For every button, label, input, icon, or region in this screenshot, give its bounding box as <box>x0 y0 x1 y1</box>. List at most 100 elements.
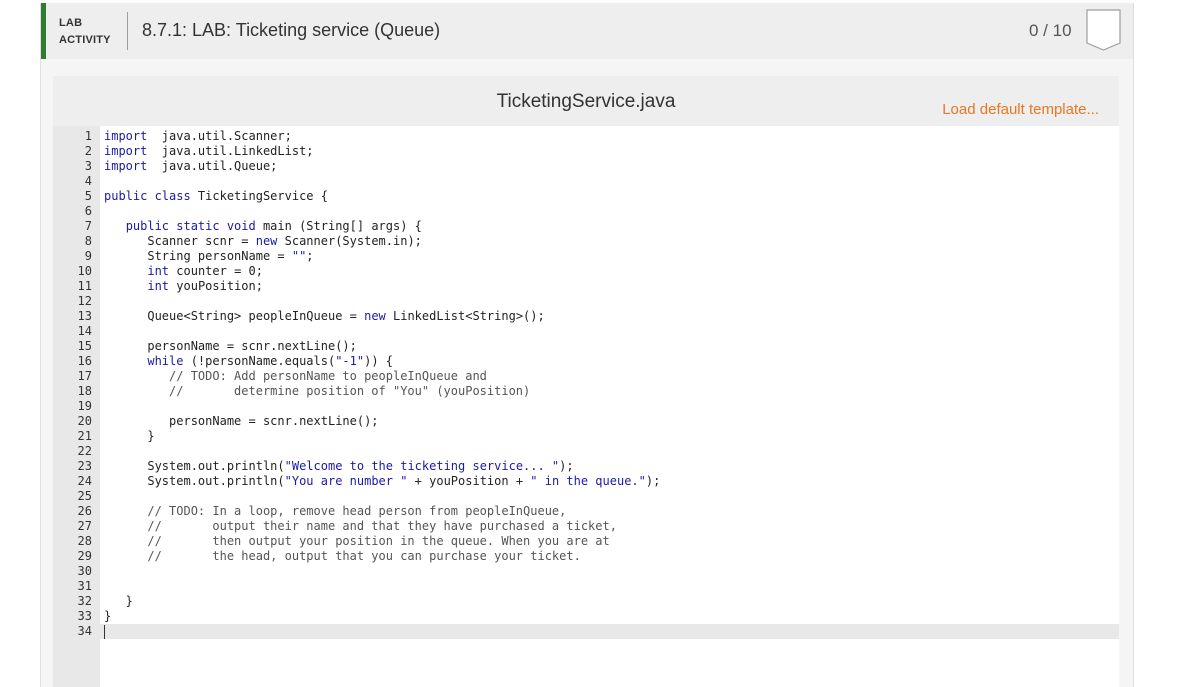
code-token: Scanner scnr = <box>104 234 256 248</box>
code-line[interactable]: 9 String personName = ""; <box>53 249 1119 264</box>
line-number: 10 <box>77 264 92 278</box>
code-token: ; <box>306 249 314 263</box>
code-line[interactable]: 4 <box>53 174 1119 189</box>
lab-tag-line2: ACTIVITY <box>59 34 111 46</box>
code-text: String personName = ""; <box>104 249 314 264</box>
code-token: } <box>104 594 133 608</box>
code-line[interactable]: 34 <box>53 624 1119 639</box>
code-line[interactable]: 31 <box>53 579 1119 594</box>
keyword-token: int <box>147 264 170 278</box>
line-number: 18 <box>77 384 92 398</box>
line-number: 6 <box>84 204 92 218</box>
line-number: 24 <box>77 474 92 488</box>
code-token: TicketingService { <box>190 189 328 203</box>
code-line[interactable]: 10 int counter = 0; <box>53 264 1119 279</box>
code-text: personName = scnr.nextLine(); <box>104 339 357 354</box>
code-text: // output their name and that they have … <box>104 519 617 534</box>
line-number: 21 <box>77 429 92 443</box>
code-line[interactable]: 27 // output their name and that they ha… <box>53 519 1119 534</box>
accent-bar <box>41 3 46 59</box>
comment-token: // TODO: In a loop, remove head person f… <box>104 504 567 518</box>
line-number: 17 <box>77 369 92 383</box>
code-line[interactable]: 20 personName = scnr.nextLine(); <box>53 414 1119 429</box>
code-line[interactable]: 25 <box>53 489 1119 504</box>
keyword-token: public static void <box>125 219 256 233</box>
line-number: 28 <box>77 534 92 548</box>
code-line[interactable]: 8 Scanner scnr = new Scanner(System.in); <box>53 234 1119 249</box>
code-token: youPosition; <box>169 279 263 293</box>
line-number: 8 <box>84 234 92 248</box>
line-number: 32 <box>77 594 92 608</box>
code-text: // then output your position in the queu… <box>104 534 609 549</box>
line-number: 31 <box>77 579 92 593</box>
editor-toolbar: TicketingService.java Load default templ… <box>53 76 1119 126</box>
code-line[interactable]: 24 System.out.println("You are number " … <box>53 474 1119 489</box>
code-text: int counter = 0; <box>104 264 263 279</box>
code-line[interactable]: 16 while (!personName.equals("-1")) { <box>53 354 1119 369</box>
code-line[interactable]: 32 } <box>53 594 1119 609</box>
code-text: // TODO: In a loop, remove head person f… <box>104 504 566 519</box>
code-area[interactable]: 1 import java.util.Scanner; 2 import java.u… <box>53 129 1119 639</box>
code-text: Queue<String> peopleInQueue = new Linked… <box>104 309 544 324</box>
keyword-token: new <box>364 309 386 323</box>
code-line[interactable]: 14 <box>53 324 1119 339</box>
code-token: String personName = <box>104 249 292 263</box>
code-token: Scanner(System.in); <box>277 234 422 248</box>
code-line[interactable]: 21 } <box>53 429 1119 444</box>
line-number: 11 <box>77 279 92 293</box>
string-token: "Welcome to the ticketing service... " <box>284 459 560 473</box>
line-number: 26 <box>77 504 92 518</box>
code-text: personName = scnr.nextLine(); <box>104 414 379 429</box>
code-text: } <box>104 429 154 444</box>
line-number: 19 <box>77 399 92 413</box>
line-number: 7 <box>84 219 92 233</box>
keyword-token: int <box>147 279 170 293</box>
code-token: ); <box>559 459 574 473</box>
code-line[interactable]: 30 <box>53 564 1119 579</box>
code-line[interactable]: 29 // the head, output that you can purc… <box>53 549 1119 564</box>
code-line[interactable]: 23 System.out.println("Welcome to the ti… <box>53 459 1119 474</box>
code-line[interactable]: 2 import java.util.LinkedList; <box>53 144 1119 159</box>
keyword-token: import <box>104 159 148 173</box>
load-default-template-link[interactable]: Load default template... <box>942 101 1099 118</box>
code-text: } <box>104 609 111 624</box>
line-number: 27 <box>77 519 92 533</box>
code-token: java.util.Scanner; <box>147 129 292 143</box>
code-text: Scanner scnr = new Scanner(System.in); <box>104 234 422 249</box>
code-line[interactable]: 5 public class TicketingService { <box>53 189 1119 204</box>
keyword-token: new <box>255 234 278 248</box>
code-token: personName = scnr.nextLine(); <box>104 339 357 353</box>
code-line[interactable]: 26 // TODO: In a loop, remove head perso… <box>53 504 1119 519</box>
line-number: 13 <box>77 309 92 323</box>
line-number: 23 <box>77 459 92 473</box>
code-line[interactable]: 6 <box>53 204 1119 219</box>
code-line[interactable]: 13 Queue<String> peopleInQueue = new Lin… <box>53 309 1119 324</box>
code-text: import java.util.LinkedList; <box>104 144 314 159</box>
code-line[interactable]: 33} <box>53 609 1119 624</box>
code-line[interactable]: 11 int youPosition; <box>53 279 1119 294</box>
code-line[interactable]: 18 // determine position of "You" (youPo… <box>53 384 1119 399</box>
code-line[interactable]: 28 // then output your position in the q… <box>53 534 1119 549</box>
code-editor-panel: TicketingService.java Load default templ… <box>53 76 1119 687</box>
code-text: public static void main (String[] args) … <box>104 219 422 234</box>
keyword-token: public class <box>104 189 191 203</box>
code-line[interactable]: 22 <box>53 444 1119 459</box>
line-number: 3 <box>84 159 92 173</box>
code-text: import java.util.Queue; <box>104 159 277 174</box>
code-line[interactable]: 1 import java.util.Scanner; <box>53 129 1119 144</box>
code-line[interactable]: 3 import java.util.Queue; <box>53 159 1119 174</box>
comment-token: // determine position of "You" (youPosit… <box>104 384 531 398</box>
code-line[interactable]: 15 personName = scnr.nextLine(); <box>53 339 1119 354</box>
code-line[interactable]: 12 <box>53 294 1119 309</box>
code-line[interactable]: 7 public static void main (String[] args… <box>53 219 1119 234</box>
line-number: 14 <box>77 324 92 338</box>
line-number: 9 <box>84 249 92 263</box>
keyword-token: import <box>104 129 148 143</box>
code-line[interactable]: 17 // TODO: Add personName to peopleInQu… <box>53 369 1119 384</box>
code-line[interactable]: 19 <box>53 399 1119 414</box>
code-token: counter = 0; <box>169 264 263 278</box>
code-token: } <box>104 609 112 623</box>
